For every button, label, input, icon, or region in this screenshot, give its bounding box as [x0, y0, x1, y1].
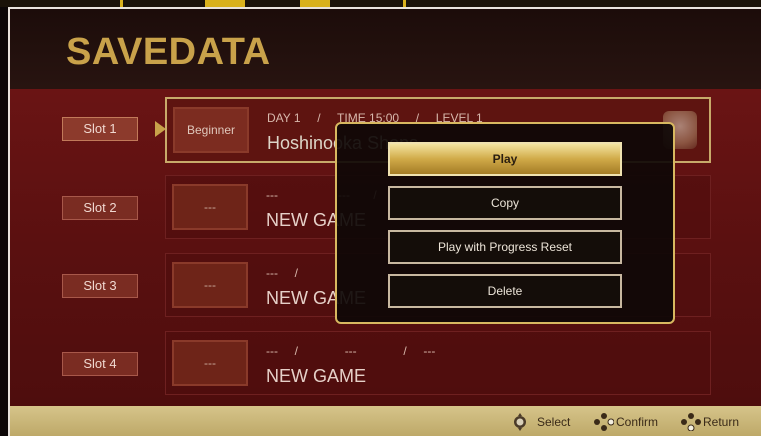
save-slot-4[interactable]: --- --- / --- / --- NEW GAME	[165, 331, 711, 395]
page-title: SAVEDATA	[66, 31, 271, 73]
select-hint: Select	[537, 415, 571, 429]
return-hint: Return	[703, 415, 740, 429]
play-with-progress-reset-button[interactable]: Play with Progress Reset	[388, 230, 622, 264]
difficulty-badge: ---	[172, 262, 248, 308]
top-strip	[0, 0, 761, 7]
slot-3-meta: --- /	[266, 266, 299, 280]
slot-3-day: ---	[266, 266, 278, 280]
top-strip-mark	[120, 0, 123, 7]
return-button-icon	[681, 413, 701, 431]
slot-action-dialog: Play Copy Play with Progress Reset Delet…	[335, 122, 675, 324]
difficulty-badge: ---	[172, 184, 248, 230]
confirm-hint: Confirm	[616, 415, 659, 429]
slot-4-day: ---	[266, 344, 278, 358]
slot-4-location: NEW GAME	[266, 366, 367, 386]
header: SAVEDATA	[10, 9, 761, 89]
slot-label-3[interactable]: Slot 3	[62, 274, 138, 298]
game-screen: SAVEDATA Slot 1 Beginner DAY 1 / TIME 15…	[8, 7, 761, 436]
slot-2-day: ---	[266, 188, 278, 202]
slot-4-meta: --- / --- / ---	[266, 344, 436, 358]
difficulty-badge: ---	[172, 340, 248, 386]
top-strip-mark	[300, 0, 330, 7]
top-strip-mark	[403, 0, 406, 7]
slot-4-level: ---	[423, 344, 436, 358]
slot-label-1[interactable]: Slot 1	[62, 117, 138, 141]
top-strip-mark	[205, 0, 245, 7]
slot-4-time: ---	[344, 344, 357, 358]
play-button[interactable]: Play	[388, 142, 622, 176]
slot-1-day: DAY 1	[267, 111, 301, 125]
copy-button[interactable]: Copy	[388, 186, 622, 220]
difficulty-badge: Beginner	[173, 107, 249, 153]
left-stick-icon	[514, 413, 526, 431]
footer-hints: Select Confirm Return	[10, 406, 761, 436]
confirm-button-icon	[594, 413, 614, 431]
slot-label-2[interactable]: Slot 2	[62, 196, 138, 220]
delete-button[interactable]: Delete	[388, 274, 622, 308]
slot-label-4[interactable]: Slot 4	[62, 352, 138, 376]
